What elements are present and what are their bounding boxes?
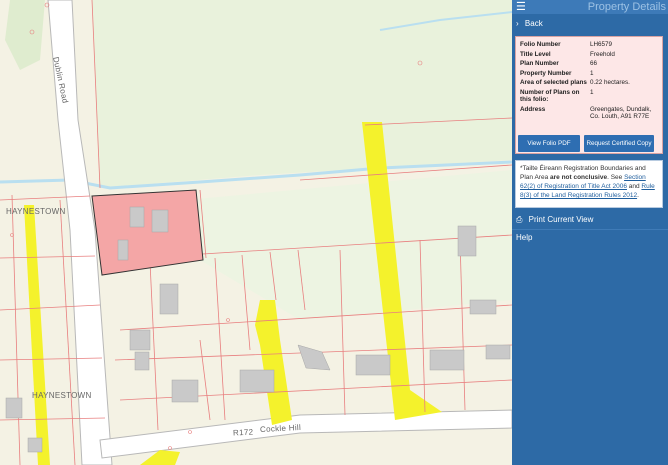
help-link[interactable]: Help: [516, 233, 532, 242]
back-label: Back: [524, 19, 543, 28]
detail-value: Freehold: [590, 50, 615, 58]
detail-value: 66: [590, 60, 598, 67]
map-view[interactable]: Dublin Road HAYNESTOWN HAYNESTOWN R172 C…: [0, 0, 512, 465]
detail-row: Area of selected plans 0.22 hectares.: [520, 79, 656, 89]
building: [171, 379, 199, 403]
print-icon: ⎙: [516, 215, 523, 224]
building: [159, 283, 179, 315]
green-field: [68, 0, 512, 188]
building: [129, 206, 145, 228]
label-haynestown-2: HAYNESTOWN: [32, 391, 92, 400]
building: [355, 354, 391, 376]
label-r172: R172: [232, 427, 254, 438]
print-current-view-link[interactable]: ⎙ Print Current View: [516, 215, 593, 225]
view-folio-pdf-button[interactable]: View Folio PDF: [518, 135, 580, 152]
back-link[interactable]: › Back: [516, 19, 543, 28]
detail-value: 1: [590, 69, 594, 77]
detail-key: Address: [520, 105, 546, 113]
request-certified-copy-button[interactable]: Request Certified Copy: [584, 135, 654, 152]
detail-key: Folio Number: [520, 41, 561, 48]
detail-key: Area of selected plans: [520, 79, 587, 86]
detail-row: Plan Number 66: [520, 60, 656, 70]
detail-key: Title Level: [520, 50, 551, 58]
detail-key: Property Number: [520, 69, 572, 77]
detail-value: 0.22 hectares.: [590, 79, 630, 86]
building: [457, 225, 477, 257]
boundaries-notice: *Tailte Éireann Registration Boundaries …: [515, 160, 663, 208]
building: [429, 349, 465, 371]
detail-value: Greengates, Dundalk, Co. Louth, A91 R77E: [590, 105, 652, 121]
building: [151, 209, 169, 233]
panel-title: Property Details: [587, 1, 666, 13]
chevron-right-icon: ›: [516, 19, 519, 28]
detail-value: LH6579: [590, 41, 613, 48]
notice-mid: . See: [607, 174, 625, 181]
menu-icon[interactable]: ☰: [516, 1, 526, 13]
notice-bold: are not conclusive: [550, 174, 608, 181]
label-haynestown-1: HAYNESTOWN: [6, 207, 66, 216]
notice-end: .: [637, 192, 639, 199]
building: [129, 329, 151, 351]
panel-header: ☰ Property Details: [512, 0, 668, 14]
building: [5, 397, 23, 419]
building: [239, 369, 275, 393]
detail-key: Number of Plans on this folio:: [520, 88, 580, 104]
divider: [512, 229, 668, 230]
building: [134, 351, 150, 371]
property-details-panel: ☰ Property Details › Back Folio Number L…: [512, 0, 668, 465]
building: [27, 437, 43, 453]
building: [469, 299, 497, 315]
detail-row: Folio Number LH6579: [520, 41, 656, 51]
detail-row: Property Number 1: [520, 70, 656, 80]
detail-row: Title Level Freehold: [520, 51, 656, 61]
folio-details-table: Folio Number LH6579 Title Level Freehold…: [520, 41, 656, 123]
building: [485, 344, 511, 360]
building: [117, 239, 129, 261]
detail-row: Number of Plans on this folio: 1: [520, 89, 656, 106]
print-label: Print Current View: [528, 215, 594, 224]
selected-parcel[interactable]: [91, 189, 204, 276]
detail-value: 1: [590, 88, 594, 96]
detail-key: Plan Number: [520, 60, 559, 67]
detail-row: Address Greengates, Dundalk, Co. Louth, …: [520, 106, 656, 123]
notice-and: and: [626, 183, 642, 190]
